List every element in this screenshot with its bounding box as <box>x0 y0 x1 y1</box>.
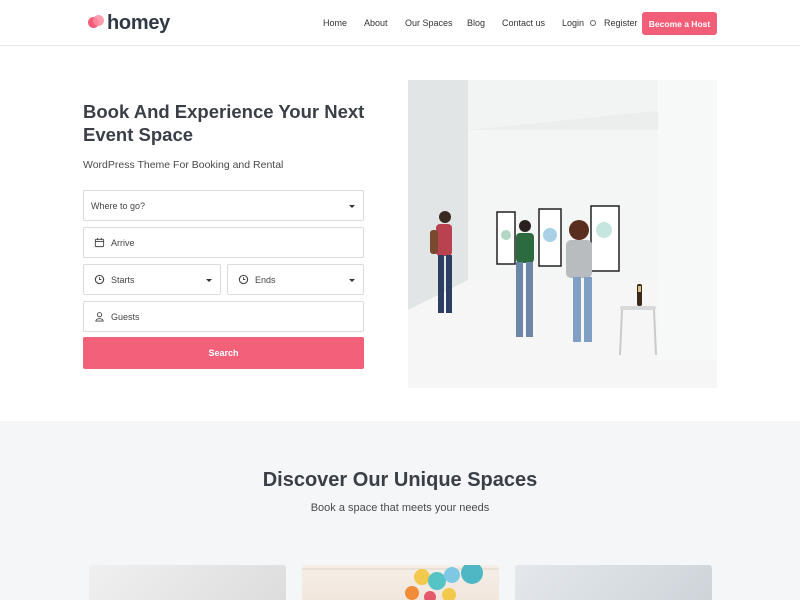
site-header: homey Home About Our Spaces Blog Contact… <box>0 0 800 46</box>
ends-time-select[interactable]: Ends <box>227 264 364 295</box>
discover-section: Discover Our Unique Spaces Book a space … <box>0 421 800 600</box>
space-card[interactable] <box>89 565 286 600</box>
space-card[interactable] <box>302 565 499 600</box>
logo-text: homey <box>107 11 170 34</box>
guests-input[interactable]: Guests <box>83 301 364 332</box>
guests-placeholder: Guests <box>111 311 140 322</box>
person-icon <box>95 312 104 322</box>
balloons-illustration <box>302 565 499 600</box>
become-host-button[interactable]: Become a Host <box>642 12 717 35</box>
hero-title: Book And Experience Your Next Event Spac… <box>83 101 365 145</box>
where-select[interactable]: Where to go? <box>83 190 364 221</box>
hero-subtitle: WordPress Theme For Booking and Rental <box>83 159 284 171</box>
space-card[interactable] <box>515 565 712 600</box>
nav-about[interactable]: About <box>364 0 388 46</box>
starts-time-select[interactable]: Starts <box>83 264 221 295</box>
caret-down-icon <box>349 205 355 208</box>
calendar-icon <box>94 237 105 248</box>
gallery-illustration <box>408 80 717 388</box>
nav-home[interactable]: Home <box>323 0 347 46</box>
search-button[interactable]: Search <box>83 337 364 369</box>
logo[interactable]: homey <box>88 11 170 35</box>
discover-subtitle: Book a space that meets your needs <box>310 502 490 514</box>
user-circle-icon <box>590 20 596 26</box>
clock-icon <box>94 274 105 285</box>
hero-image <box>408 80 717 388</box>
heart-logo-icon <box>88 15 105 31</box>
arrive-date-input[interactable]: Arrive <box>83 227 364 258</box>
nav-register[interactable]: Register <box>604 0 638 46</box>
clock-icon <box>238 274 249 285</box>
where-placeholder: Where to go? <box>91 200 146 211</box>
nav-contact[interactable]: Contact us <box>502 0 545 46</box>
starts-placeholder: Starts <box>111 274 135 285</box>
nav-our-spaces[interactable]: Our Spaces <box>405 0 453 46</box>
caret-down-icon <box>349 279 355 282</box>
nav-blog[interactable]: Blog <box>467 0 485 46</box>
discover-title: Discover Our Unique Spaces <box>262 469 538 491</box>
arrive-placeholder: Arrive <box>111 237 135 248</box>
ends-placeholder: Ends <box>255 274 276 285</box>
caret-down-icon <box>206 279 212 282</box>
nav-login[interactable]: Login <box>562 0 584 46</box>
